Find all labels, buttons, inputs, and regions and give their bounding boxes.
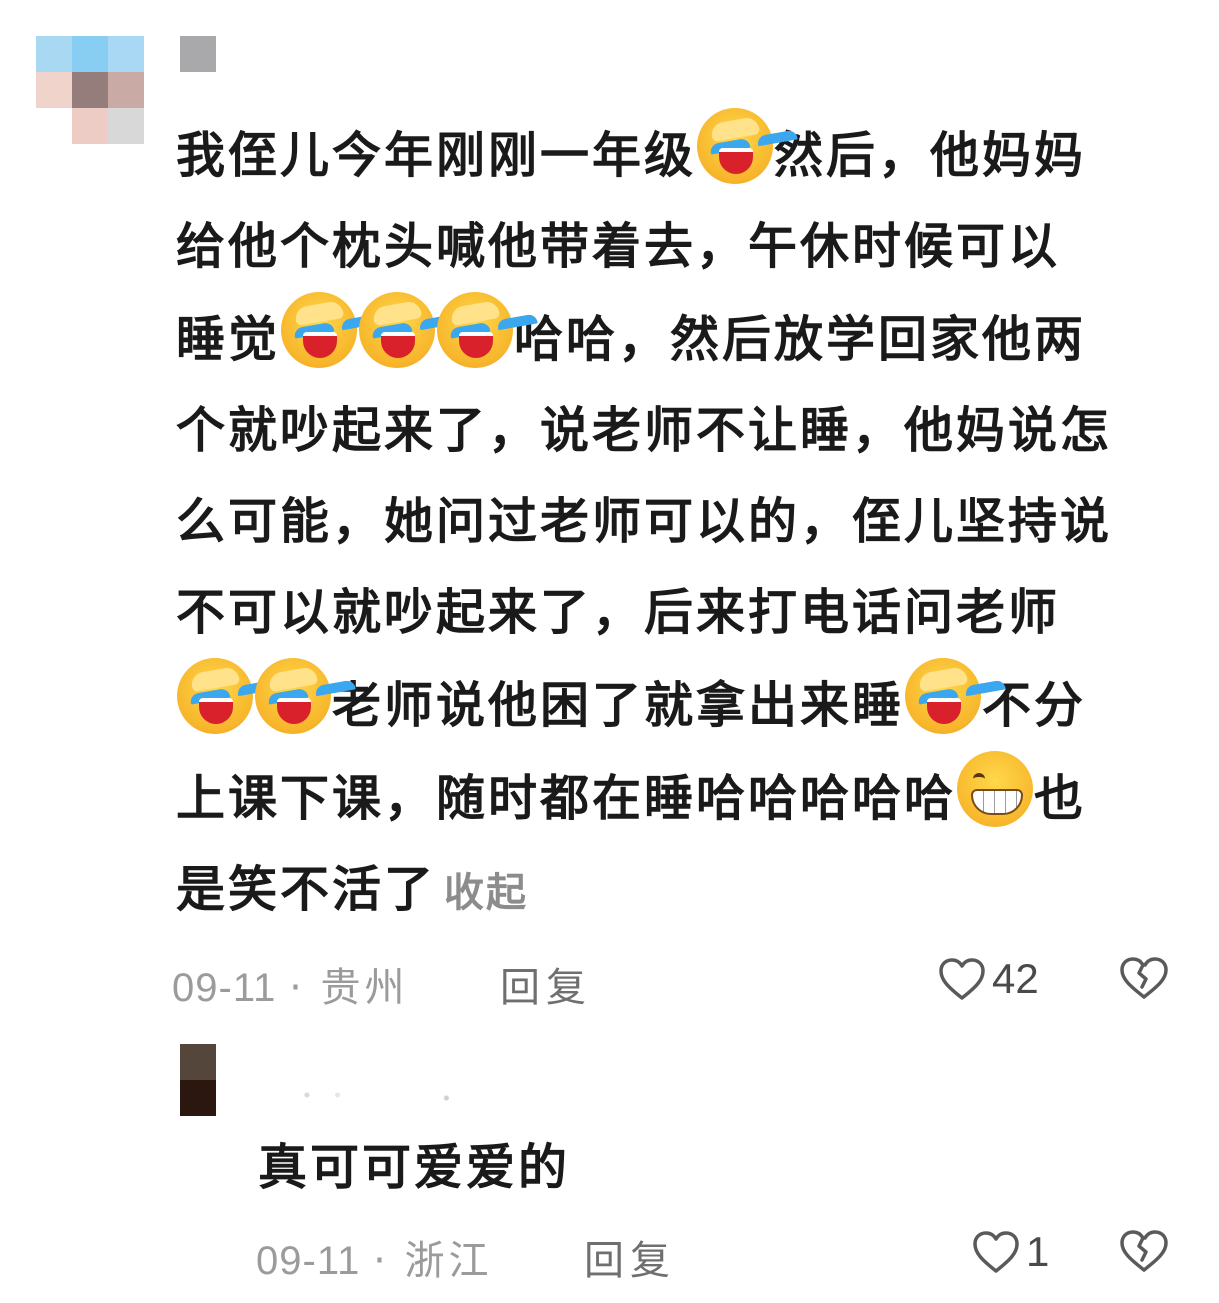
avatar-tile (72, 108, 108, 144)
comment-text-segment: 我侄儿今年刚刚一年级 (176, 127, 697, 184)
reply-like-count: 1 (1026, 1228, 1050, 1275)
laughing-crying-face-icon (437, 292, 514, 368)
broken-heart-icon (1120, 1230, 1168, 1272)
reply-meta: 09-11 · 浙江 (256, 1228, 493, 1286)
meta-separator: · (373, 1238, 386, 1284)
comment-line: 不可以就吵起来了，后来打电话问老师 (176, 567, 1186, 658)
reply-avatar[interactable] (180, 1044, 216, 1116)
avatar-tile (72, 36, 108, 72)
comment-text-segment: 么可能，她问过老师可以的，侄儿坚持说 (176, 493, 1113, 550)
reply-username-redacted[interactable] (290, 1080, 460, 1110)
username-redacted[interactable] (180, 36, 216, 72)
like-count: 42 (992, 955, 1039, 1002)
reply-date: 09-11 (256, 1239, 361, 1283)
comment-text-segment: 老师说他困了就拿出来睡 (332, 677, 905, 734)
avatar-tile (180, 1044, 216, 1080)
comment-line: 是笑不活了 收起 (176, 844, 1186, 939)
avatar-tile (108, 72, 144, 108)
comment-text: 我侄儿今年刚刚一年级 然后，他妈妈给他个枕头喊他带着去，午休时候可以 睡觉 哈哈，然后… (176, 108, 1186, 939)
reply-like-button[interactable]: 1 (972, 1228, 1049, 1276)
comment-text-segment: 也 (1034, 770, 1087, 827)
comment-text-segment: 睡觉 (176, 311, 281, 368)
grinning-face-icon (957, 751, 1034, 827)
comment-line: 给他个枕头喊他带着去，午休时候可以 (176, 201, 1186, 292)
reply-text-line: 真可可爱爱的 (258, 1139, 571, 1196)
meta-separator: · (289, 965, 302, 1011)
avatar-tile (108, 36, 144, 72)
comment-line: 睡觉 哈哈，然后放学回家他两 (176, 292, 1186, 385)
reply-to-reply-button[interactable]: 回复 (584, 1228, 676, 1286)
comment-line: 我侄儿今年刚刚一年级 然后，他妈妈 (176, 108, 1186, 201)
comment-text-segment: 不可以就吵起来了，后来打电话问老师 (176, 584, 1061, 641)
comment-line: 个就吵起来了，说老师不让睡，他妈说怎 (176, 385, 1186, 476)
reply-button[interactable]: 回复 (500, 955, 592, 1013)
comment-meta: 09-11 · 贵州 (172, 955, 409, 1013)
comment-text-segment: 是笑不活了 (176, 861, 437, 918)
laughing-crying-face-icon (905, 658, 982, 734)
laughing-crying-face-icon (359, 292, 436, 368)
dislike-button[interactable] (1118, 955, 1170, 1005)
reply-dislike-button[interactable] (1118, 1228, 1170, 1278)
comment-text-segment: 然后，他妈妈 (774, 127, 1087, 184)
comment-text-segment: 个就吵起来了，说老师不让睡，他妈说怎 (176, 402, 1113, 459)
reply-location: 浙江 (404, 1238, 493, 1284)
laughing-crying-face-icon (177, 658, 253, 734)
avatar-tile (36, 36, 72, 72)
heart-outline-icon (939, 958, 985, 1000)
broken-heart-icon (1120, 957, 1168, 999)
avatar-tile (180, 1080, 216, 1116)
laughing-crying-face-icon (281, 292, 358, 368)
laughing-crying-face-icon (255, 658, 331, 734)
avatar-tile (36, 72, 72, 108)
comment-text-segment: 哈哈，然后放学回家他两 (514, 311, 1087, 368)
reply-text: 真可可爱爱的 (258, 1122, 1158, 1213)
comment-text-segment: 不分 (982, 677, 1087, 734)
comment-line: 上课下课，随时都在睡哈哈哈哈哈 也 (176, 751, 1186, 844)
comment-text-segment: 给他个枕头喊他带着去，午休时候可以 (176, 218, 1061, 275)
avatar[interactable] (36, 36, 144, 144)
avatar-tile (108, 108, 144, 144)
comment-text-segment: 上课下课，随时都在睡哈哈哈哈哈 (176, 770, 957, 827)
laughing-crying-face-icon (697, 108, 774, 184)
comment-line: 么可能，她问过老师可以的，侄儿坚持说 (176, 476, 1186, 567)
avatar-tile (36, 108, 72, 144)
comment-line: 老师说他困了就拿出来睡 不分 (176, 658, 1186, 751)
like-button[interactable]: 42 (938, 955, 1039, 1003)
collapse-link[interactable]: 收起 (444, 870, 528, 916)
comment-date: 09-11 (172, 966, 277, 1010)
heart-outline-icon (973, 1231, 1019, 1273)
avatar-tile (72, 72, 108, 108)
comment-location: 贵州 (320, 965, 409, 1011)
